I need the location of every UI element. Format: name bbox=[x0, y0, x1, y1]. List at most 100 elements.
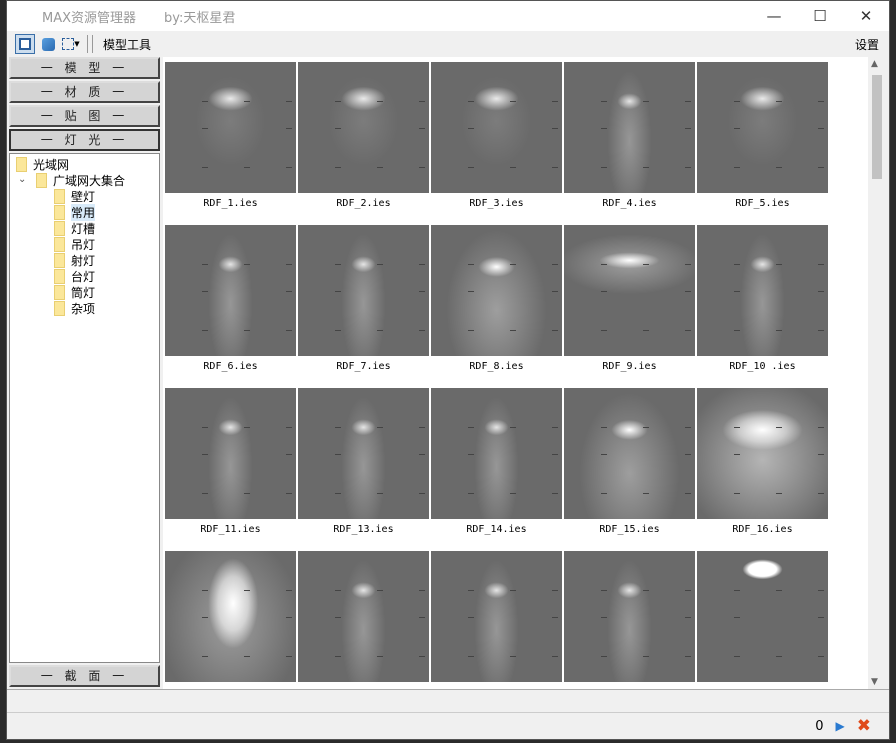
light-profile-name: RDF_1.ies bbox=[203, 198, 258, 209]
folder-icon bbox=[54, 220, 65, 236]
light-profile-item[interactable] bbox=[165, 551, 296, 687]
category-texture[interactable]: 一 贴 图 一 bbox=[9, 105, 160, 127]
light-profile-name: RDF_6.ies bbox=[203, 361, 258, 372]
light-profile-item[interactable]: RDF_1.ies bbox=[165, 62, 296, 209]
light-profile-name: RDF_7.ies bbox=[336, 361, 391, 372]
light-profile-item[interactable]: RDF_16.ies bbox=[697, 388, 828, 535]
category-section[interactable]: 一 截 面 一 bbox=[9, 665, 160, 687]
play-icon[interactable]: ▶ bbox=[836, 719, 845, 733]
chevron-down-icon: ▼ bbox=[74, 40, 80, 48]
tree-node-root[interactable]: 光域网 bbox=[16, 156, 69, 172]
light-profile-thumbnail[interactable] bbox=[431, 62, 562, 193]
light-profile-item[interactable]: RDF_14.ies bbox=[431, 388, 562, 535]
app-logo-icon bbox=[16, 7, 34, 25]
settings-menu[interactable]: 设置 bbox=[855, 36, 879, 53]
light-profile-item[interactable]: RDF_5.ies bbox=[697, 62, 828, 209]
light-profile-thumbnail[interactable] bbox=[298, 62, 429, 193]
light-profile-thumbnail[interactable] bbox=[697, 225, 828, 356]
light-profile-item[interactable]: RDF_4.ies bbox=[564, 62, 695, 209]
minimize-button[interactable]: — bbox=[751, 1, 797, 31]
vertical-scrollbar[interactable]: ▲ ▼ bbox=[868, 57, 886, 689]
tree-node-child[interactable]: 台灯 bbox=[54, 268, 95, 284]
light-profile-item[interactable]: RDF_8.ies bbox=[431, 225, 562, 372]
tree-node-child[interactable]: 常用 bbox=[54, 203, 96, 221]
light-profile-thumbnail[interactable] bbox=[298, 551, 429, 682]
folder-icon bbox=[16, 156, 27, 172]
category-material[interactable]: 一 材 质 一 bbox=[9, 81, 160, 103]
light-profile-item[interactable]: RDF_2.ies bbox=[298, 62, 429, 209]
light-profile-item[interactable]: RDF_11.ies bbox=[165, 388, 296, 535]
light-profile-thumbnail[interactable] bbox=[564, 551, 695, 682]
tree-node-label: 光域网 bbox=[33, 157, 70, 172]
sidebar: 一 模 型 一 一 材 质 一 一 贴 图 一 一 灯 光 一 光域网 ⌄ 广域… bbox=[9, 57, 160, 689]
light-profile-thumbnail[interactable] bbox=[431, 551, 562, 682]
light-profile-thumbnail[interactable] bbox=[165, 62, 296, 193]
tree-node-group[interactable]: 广域网大集合 bbox=[36, 172, 125, 188]
item-count: 0 bbox=[815, 718, 824, 734]
status-bar: 0 ▶ ✖ bbox=[7, 713, 889, 739]
scrollbar-thumb[interactable] bbox=[872, 75, 882, 179]
light-profile-name: RDF_13.ies bbox=[333, 524, 394, 535]
light-profile-name: RDF_4.ies bbox=[602, 198, 657, 209]
tree-node-label: 杂项 bbox=[71, 301, 96, 316]
panel-icon bbox=[19, 38, 31, 50]
frame-icon bbox=[62, 38, 75, 50]
light-profile-thumbnail[interactable] bbox=[298, 225, 429, 356]
category-model[interactable]: 一 模 型 一 bbox=[9, 57, 160, 79]
sync-button[interactable] bbox=[38, 34, 58, 54]
light-profile-thumbnail[interactable] bbox=[298, 388, 429, 519]
light-profile-item[interactable]: RDF_13.ies bbox=[298, 388, 429, 535]
scroll-up-icon[interactable]: ▲ bbox=[871, 59, 878, 69]
tree-node-child[interactable]: 筒灯 bbox=[54, 284, 95, 300]
light-profile-thumbnail[interactable] bbox=[431, 388, 562, 519]
light-profile-thumbnail[interactable] bbox=[564, 388, 695, 519]
path-bar bbox=[7, 689, 889, 713]
folder-tree: 光域网 ⌄ 广域网大集合 壁灯 常用 灯槽 吊灯 射灯 台灯 筒灯 杂项 bbox=[9, 153, 160, 663]
frame-dropdown-button[interactable]: ▼ bbox=[61, 34, 81, 54]
author-label: by:天枢星君 bbox=[164, 10, 236, 26]
light-profile-thumbnail[interactable] bbox=[165, 388, 296, 519]
light-profile-thumbnail[interactable] bbox=[697, 388, 828, 519]
light-profile-thumbnail[interactable] bbox=[564, 62, 695, 193]
light-profile-item[interactable]: RDF_9.ies bbox=[564, 225, 695, 372]
maximize-button[interactable]: ☐ bbox=[797, 1, 843, 31]
delete-icon[interactable]: ✖ bbox=[857, 716, 871, 736]
light-profile-item[interactable]: RDF_3.ies bbox=[431, 62, 562, 209]
model-tools-menu[interactable]: 模型工具 bbox=[103, 36, 151, 53]
light-profile-thumbnail[interactable] bbox=[564, 225, 695, 356]
tree-node-child[interactable]: 杂项 bbox=[54, 300, 95, 316]
tree-node-child[interactable]: 射灯 bbox=[54, 252, 95, 268]
tree-node-child[interactable]: 灯槽 bbox=[54, 220, 95, 236]
category-light[interactable]: 一 灯 光 一 bbox=[9, 129, 160, 151]
close-button[interactable]: ✕ bbox=[843, 1, 889, 31]
light-profile-item[interactable] bbox=[431, 551, 562, 687]
light-profile-thumbnail[interactable] bbox=[165, 551, 296, 682]
light-profile-item[interactable] bbox=[298, 551, 429, 687]
light-profile-item[interactable]: RDF_15.ies bbox=[564, 388, 695, 535]
scroll-down-icon[interactable]: ▼ bbox=[871, 677, 878, 687]
light-profile-item[interactable]: RDF_7.ies bbox=[298, 225, 429, 372]
tree-node-label: 射灯 bbox=[71, 253, 96, 268]
separator bbox=[87, 35, 88, 53]
light-profile-thumbnail[interactable] bbox=[431, 225, 562, 356]
light-profile-name: RDF_16.ies bbox=[732, 524, 793, 535]
light-profile-item[interactable] bbox=[697, 551, 828, 687]
light-profile-item[interactable] bbox=[564, 551, 695, 687]
light-profile-item[interactable]: RDF_10 .ies bbox=[697, 225, 828, 372]
light-profile-thumbnail[interactable] bbox=[165, 225, 296, 356]
tree-node-child[interactable]: 壁灯 bbox=[54, 188, 95, 204]
light-profile-name: RDF_11.ies bbox=[200, 524, 261, 535]
tree-node-label: 台灯 bbox=[71, 269, 96, 284]
tree-node-child[interactable]: 吊灯 bbox=[54, 236, 95, 252]
light-profile-name: RDF_3.ies bbox=[469, 198, 524, 209]
light-profile-name: RDF_8.ies bbox=[469, 361, 524, 372]
toolbar: ▼ 模型工具 设置 bbox=[7, 31, 889, 57]
folder-icon bbox=[54, 284, 65, 300]
chevron-down-icon[interactable]: ⌄ bbox=[18, 174, 26, 185]
app-window: MAX资源管理器 by:天枢星君 — ☐ ✕ ▼ 模型工具 设置 一 模 型 一… bbox=[6, 0, 890, 740]
light-profile-item[interactable]: RDF_6.ies bbox=[165, 225, 296, 372]
panel-toggle-button[interactable] bbox=[15, 34, 35, 54]
light-profile-thumbnail[interactable] bbox=[697, 62, 828, 193]
light-profile-thumbnail[interactable] bbox=[697, 551, 828, 682]
folder-icon bbox=[54, 188, 65, 204]
